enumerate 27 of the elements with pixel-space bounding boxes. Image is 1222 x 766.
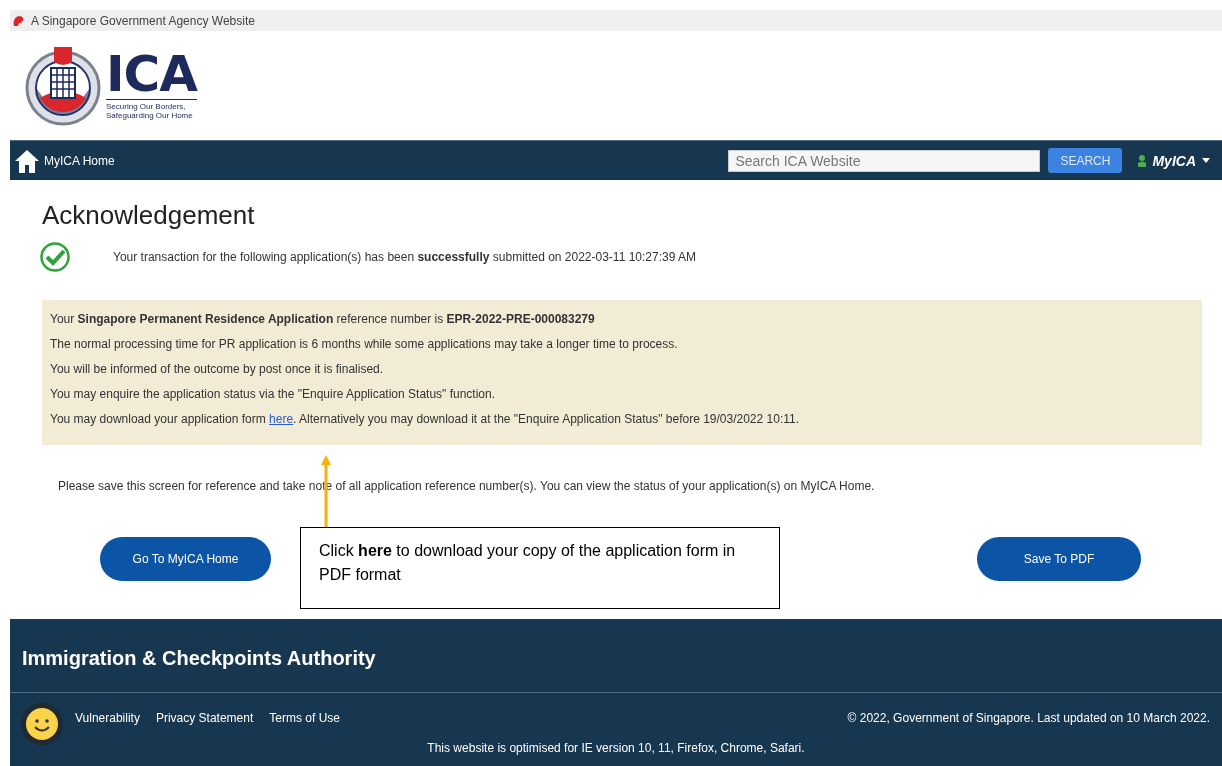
caret-icon <box>1202 158 1210 163</box>
status-message: Your transaction for the following application(s) has been successfully submitted on 2022-03-11 10:27:39 AM <box>113 250 697 264</box>
info-text: Your Singapore Permanent Residence Application reference number is EPR-2022-PRE-000083279 <box>50 311 595 328</box>
home-link[interactable]: MyICA Home <box>14 148 115 173</box>
smiley-chat-icon[interactable] <box>20 702 64 746</box>
browser-note: This website is optimised for IE version 10, 11, Firefox, Chrome, Safari. <box>427 741 805 755</box>
callout-text: Click here to download your copy of the application form in PDF format <box>300 527 780 609</box>
info-text: You may enquire the application status via the "Enquire Application Status" function. <box>50 386 496 403</box>
logo-wordmark: ICA <box>106 51 197 100</box>
info-text: You may download your application form here. Alternatively you may download it at the "Enquire Application Status" before 19/03/2022 10:11. <box>50 411 800 428</box>
save-pdf-button[interactable]: Save To PDF <box>977 537 1141 581</box>
footer-title: Immigration & Checkpoints Authority <box>22 647 376 669</box>
check-circle-icon <box>40 242 70 272</box>
page-title: Acknowledgement <box>41 199 255 230</box>
info-text: The normal processing time for PR application is 6 months while some applications may take a longer time to process. <box>50 336 678 353</box>
house-icon <box>14 148 40 173</box>
footer-link[interactable]: Vulnerability <box>75 711 140 725</box>
footer-link[interactable]: Privacy Statement <box>155 711 254 725</box>
logo-tagline: Securing Our Borders, Safeguarding Our Home <box>106 102 194 120</box>
home-button[interactable]: Go To MyICA Home <box>100 537 271 581</box>
account-menu[interactable]: MyICA <box>1138 152 1210 169</box>
person-icon <box>1138 154 1147 167</box>
search-field[interactable]: Search ICA Website <box>728 149 1041 172</box>
footer-link[interactable]: Terms of Use <box>269 711 340 725</box>
masthead-text: A Singapore Government Agency Website <box>31 13 255 28</box>
copyright-text: © 2022, Government of Singapore. Last updated on 10 March 2022. <box>847 711 1210 725</box>
info-text: You will be informed of the outcome by post once it is finalised. <box>50 361 384 378</box>
